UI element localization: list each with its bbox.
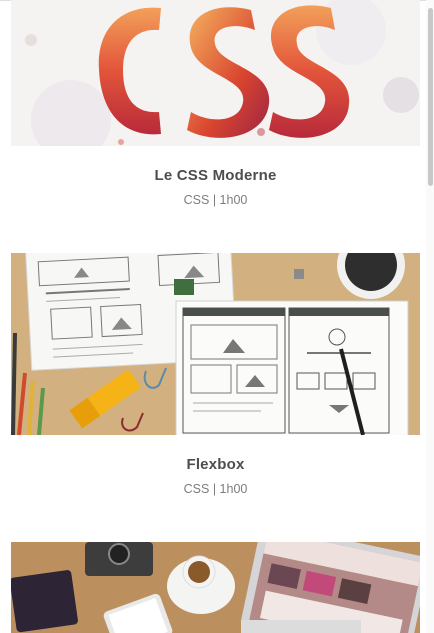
course-thumbnail[interactable] [11,0,420,146]
course-card[interactable] [11,542,420,633]
course-thumbnail[interactable] [11,253,420,435]
laptop-desk-image [11,542,420,633]
course-meta: CSS | 1h00 [183,193,248,207]
course-title[interactable]: Le CSS Moderne [11,167,420,184]
css-lettering-image [11,0,420,146]
course-meta: CSS | 1h00 [183,482,248,496]
scrollbar-track[interactable] [426,0,434,633]
course-card[interactable]: Flexbox CSS | 1h00 [11,253,420,496]
wireframe-sketches-image [11,253,420,435]
course-title[interactable]: Flexbox [11,456,420,473]
scrollbar-thumb[interactable] [428,8,433,186]
course-thumbnail[interactable] [11,542,420,633]
course-card[interactable]: Le CSS Moderne CSS | 1h00 [11,0,420,207]
page-viewport: Le CSS Moderne CSS | 1h00 Flexbox CSS | … [0,0,434,633]
